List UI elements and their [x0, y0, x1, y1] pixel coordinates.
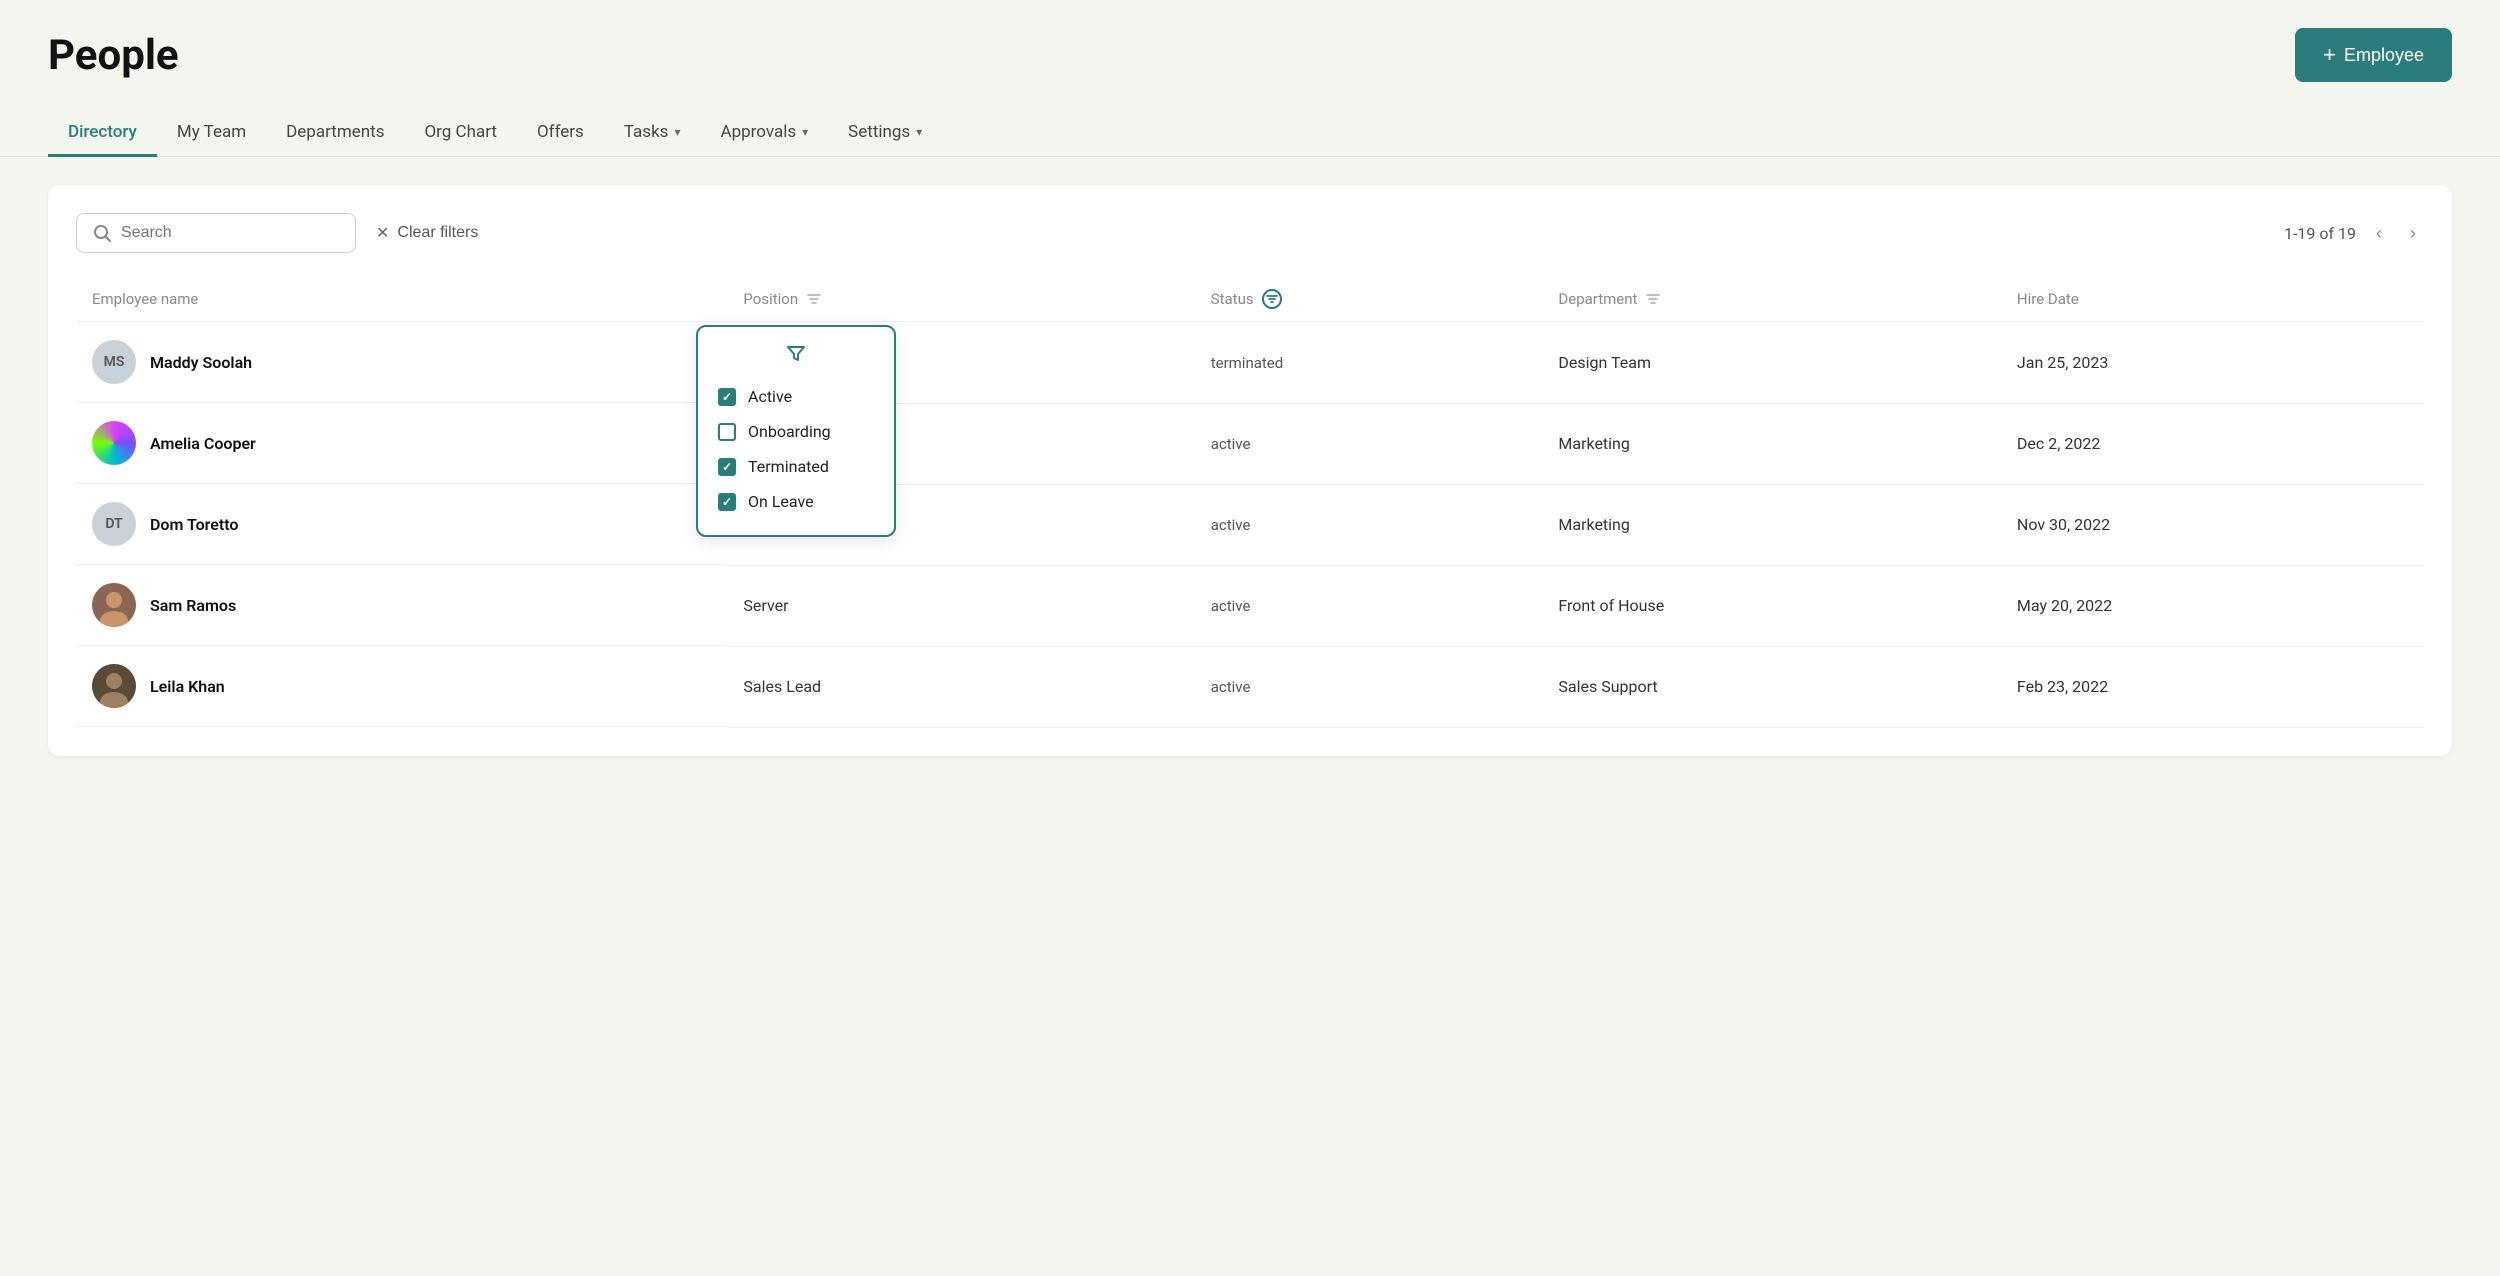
- filter-option-onboarding[interactable]: Onboarding: [718, 414, 874, 449]
- table-row[interactable]: DT Dom Toretto Brand Designer active Mar…: [76, 484, 2424, 565]
- position-cell: Server: [727, 565, 1194, 646]
- filter-checkbox-on-leave[interactable]: [718, 493, 736, 511]
- search-icon: [93, 224, 111, 242]
- approvals-chevron-icon: ▾: [802, 125, 808, 139]
- tasks-chevron-icon: ▾: [674, 125, 680, 139]
- filter-option-on-leave[interactable]: On Leave: [718, 484, 874, 519]
- settings-chevron-icon: ▾: [916, 125, 922, 139]
- hire-date-cell: Jan 25, 2023: [2001, 322, 2424, 404]
- pagination-info: 1-19 of 19 ‹ ›: [2284, 219, 2424, 248]
- employee-table: Employee name Position Status: [76, 277, 2424, 728]
- filter-option-terminated[interactable]: Terminated: [718, 449, 874, 484]
- col-header-department: Department: [1542, 277, 2001, 322]
- table-body: MS Maddy Soolah Brand Designer terminate…: [76, 322, 2424, 728]
- status-cell: terminated: [1195, 322, 1543, 404]
- page-header: People + Employee: [0, 0, 2500, 82]
- filter-option-active[interactable]: Active: [718, 379, 874, 414]
- toolbar: ✕ Clear filters 1-19 of 19 ‹ ›: [76, 213, 2424, 253]
- clear-filters-x-icon: ✕: [376, 223, 389, 243]
- pagination-next-button[interactable]: ›: [2402, 219, 2424, 248]
- search-box[interactable]: [76, 213, 356, 253]
- department-cell: Sales Support: [1542, 646, 2001, 727]
- add-employee-button[interactable]: + Employee: [2295, 28, 2452, 82]
- department-cell: Marketing: [1542, 403, 2001, 484]
- filter-checkbox-onboarding[interactable]: [718, 423, 736, 441]
- avatar-photo-male: [92, 664, 136, 708]
- avatar: MS: [92, 340, 136, 384]
- status-cell: active: [1195, 403, 1543, 484]
- filter-checkbox-terminated[interactable]: [718, 458, 736, 476]
- avatar: [92, 583, 136, 627]
- tab-offers[interactable]: Offers: [517, 110, 604, 157]
- tab-settings[interactable]: Settings ▾: [828, 110, 942, 157]
- table-row[interactable]: Amelia Cooper Brand Designer active Mark…: [76, 403, 2424, 484]
- avatar: [92, 421, 136, 465]
- hire-date-cell: Feb 23, 2022: [2001, 646, 2424, 727]
- employee-name: Leila Khan: [150, 677, 225, 696]
- page-title: People: [48, 31, 179, 80]
- department-cell: Design Team: [1542, 322, 2001, 404]
- filter-label-active: Active: [748, 387, 792, 406]
- col-header-status: Status: [1195, 277, 1543, 322]
- tab-directory[interactable]: Directory: [48, 110, 157, 157]
- hire-date-cell: Nov 30, 2022: [2001, 484, 2424, 565]
- employee-name: Maddy Soolah: [150, 353, 252, 372]
- position-filter-icon[interactable]: [806, 291, 822, 307]
- employee-name: Dom Toretto: [150, 515, 238, 534]
- toolbar-left: ✕ Clear filters: [76, 213, 478, 253]
- department-cell: Front of House: [1542, 565, 2001, 646]
- position-cell: Sales Lead: [727, 646, 1194, 727]
- employee-name: Amelia Cooper: [150, 434, 256, 453]
- status-cell: active: [1195, 646, 1543, 727]
- filter-label-on-leave: On Leave: [748, 492, 814, 511]
- status-cell: active: [1195, 565, 1543, 646]
- filter-label-onboarding: Onboarding: [748, 422, 831, 441]
- tab-approvals[interactable]: Approvals ▾: [701, 110, 829, 157]
- table-header: Employee name Position Status: [76, 277, 2424, 322]
- col-header-name: Employee name: [76, 277, 727, 322]
- avatar: [92, 664, 136, 708]
- plus-icon: +: [2323, 42, 2336, 68]
- table-container: Employee name Position Status: [76, 277, 2424, 728]
- pagination-prev-button[interactable]: ‹: [2368, 219, 2390, 248]
- tab-orgchart[interactable]: Org Chart: [404, 110, 516, 157]
- filter-checkbox-active[interactable]: [718, 388, 736, 406]
- main-content: ✕ Clear filters 1-19 of 19 ‹ › Employee …: [48, 185, 2452, 756]
- table-row[interactable]: MS Maddy Soolah Brand Designer terminate…: [76, 322, 2424, 404]
- employee-name: Sam Ramos: [150, 596, 236, 615]
- avatar: DT: [92, 502, 136, 546]
- hire-date-cell: Dec 2, 2022: [2001, 403, 2424, 484]
- table-row[interactable]: Sam Ramos Server active Front of House M…: [76, 565, 2424, 646]
- department-cell: Marketing: [1542, 484, 2001, 565]
- avatar-photo-female: [92, 583, 136, 627]
- col-header-position: Position: [727, 277, 1194, 322]
- table-row[interactable]: Leila Khan Sales Lead active Sales Suppo…: [76, 646, 2424, 727]
- clear-filters-button[interactable]: ✕ Clear filters: [376, 223, 478, 243]
- tab-departments[interactable]: Departments: [266, 110, 404, 157]
- nav-tabs: Directory My Team Departments Org Chart …: [0, 90, 2500, 157]
- search-input[interactable]: [121, 224, 339, 242]
- filter-funnel-icon: [785, 343, 807, 365]
- status-filter-dropdown: Active Onboarding Terminated On Leave: [696, 325, 896, 537]
- status-filter-icon[interactable]: [1262, 289, 1282, 309]
- hire-date-cell: May 20, 2022: [2001, 565, 2424, 646]
- filter-label-terminated: Terminated: [748, 457, 829, 476]
- status-cell: active: [1195, 484, 1543, 565]
- pagination-text: 1-19 of 19: [2284, 224, 2356, 243]
- add-employee-label: Employee: [2344, 45, 2424, 66]
- col-header-hire-date: Hire Date: [2001, 277, 2424, 322]
- department-filter-icon[interactable]: [1645, 291, 1661, 307]
- filter-dropdown-header: [718, 343, 874, 365]
- clear-filters-label: Clear filters: [397, 224, 478, 242]
- tab-myteam[interactable]: My Team: [157, 110, 266, 157]
- tab-tasks[interactable]: Tasks ▾: [604, 110, 701, 157]
